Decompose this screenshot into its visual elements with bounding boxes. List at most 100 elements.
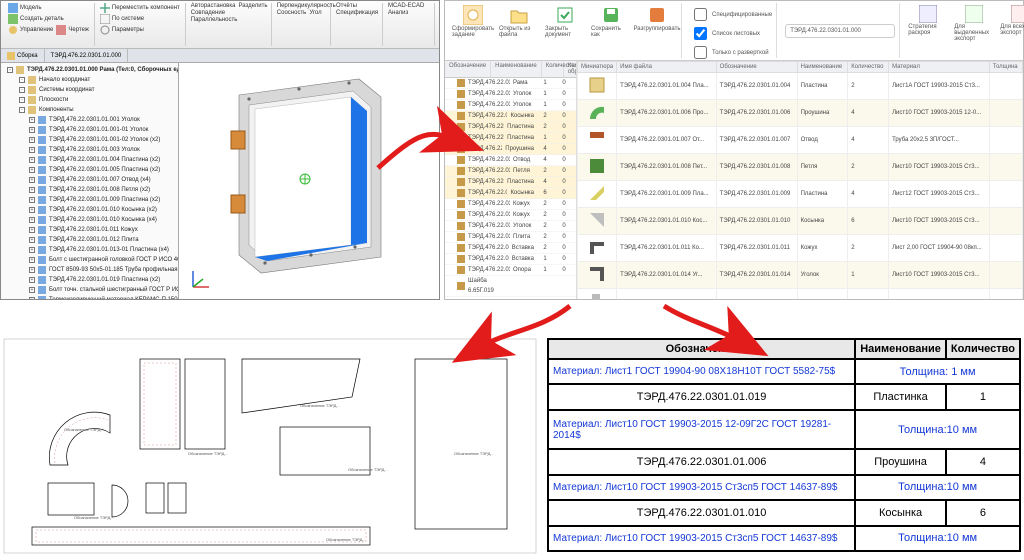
ribbon-drawing[interactable]: Чертеж	[56, 25, 89, 35]
opt-spec[interactable]: Специфицированные	[690, 5, 772, 24]
ribbon-perp[interactable]: Перпендикулярность	[277, 3, 336, 9]
opt-unfold[interactable]: Только с разверткой	[690, 43, 769, 62]
tree-toggle-icon[interactable]: +	[29, 257, 35, 263]
bom-tree-row[interactable]: ТЭРД.476.22.0301.01... Плита 2 0	[445, 232, 576, 243]
bom-tree-row[interactable]: ТЭРД.476.22.0301.01... Опора 1 0	[445, 265, 576, 276]
ribbon-coinc[interactable]: Совпадение	[191, 10, 225, 16]
ribbon-model[interactable]: Модель	[8, 3, 42, 13]
bom-tree-row[interactable]: ТЭРД.476.22.0301.01... Уголок 2 0	[445, 221, 576, 232]
bom-row[interactable]: ТЭРД.476.22.0301.01.014 Уг...ТЭРД.476.22…	[578, 262, 1023, 289]
tree-row[interactable]: - Компоненты	[1, 105, 178, 115]
tree-row[interactable]: + ТЭРД.476.22.0301.01.008 Петля (x2)	[1, 185, 178, 195]
tree-row[interactable]: + ТЭРД.476.22.0301.01.011 Кожух	[1, 225, 178, 235]
ribbon-manage[interactable]: Управление	[8, 25, 53, 35]
ribbon-angle[interactable]: Угол	[309, 10, 321, 16]
tree-toggle-icon[interactable]: +	[29, 297, 35, 299]
bom-tree-row[interactable]: ТЭРД.476.22.0301.01... Кожух 2 0	[445, 210, 576, 221]
tree-toggle-icon[interactable]: -	[19, 107, 25, 113]
bom-tree-row[interactable]: ТЭРД.476.22.0301.01... Пластина 1 0	[445, 133, 576, 144]
tree-toggle-icon[interactable]: +	[29, 147, 35, 153]
close-doc-button[interactable]: Закрыть документ	[545, 5, 585, 38]
tree-row[interactable]: - Системы координат	[1, 85, 178, 95]
bom-row[interactable]: ТЭРД.476.22.0301.01.007 От...ТЭРД.476.22…	[578, 127, 1023, 154]
tree-row[interactable]: + ТЭРД.476.22.0301.01.007 Отвод (x4)	[1, 175, 178, 185]
ribbon-params[interactable]: Параметры	[100, 25, 144, 35]
ribbon-create-part[interactable]: Создать деталь	[8, 14, 64, 24]
tree-row[interactable]: + ТЭРД.476.22.0301.01.004 Пластина (x2)	[1, 155, 178, 165]
tree-row[interactable]: + ТЭРД.476.22.0301.01.010 Косынка (x4)	[1, 215, 178, 225]
bom-tree-row[interactable]: Болт с шестигранной...	[445, 297, 576, 299]
bom-tree-row[interactable]: ТЭРД.476.22.0301.01... Проушина 4 0	[445, 144, 576, 155]
opt-sheet[interactable]: Список листовых	[690, 24, 760, 43]
ribbon-para[interactable]: Параллельность	[191, 17, 238, 23]
cad-3d-viewport[interactable]	[179, 63, 439, 299]
cad-tab-assembly[interactable]: Сборка	[1, 49, 45, 62]
tree-row[interactable]: + ТЭРД.476.22.0301.01.019 Пластина (x2)	[1, 275, 178, 285]
bom-tree-row[interactable]: ТЭРД.476.22.0301.01.000 Рама 1 0	[445, 78, 576, 89]
bom-tree-row[interactable]: ТЭРД.476.22.0301.01... Пластина 4 0	[445, 177, 576, 188]
tree-toggle-icon[interactable]: -	[7, 67, 13, 73]
tree-toggle-icon[interactable]: +	[29, 227, 35, 233]
search-designation-input[interactable]: ТЭРД.476.22.0301.01.000	[785, 24, 895, 38]
bom-tree-panel[interactable]: Обозначение Наименование Количество Коли…	[445, 61, 577, 299]
tree-row[interactable]: + Термоизолирующий материал КЕРАМС-П 150…	[1, 295, 178, 299]
bom-row[interactable]: ТЭРД.476.22.0301.01.010 Кос...ТЭРД.476.2…	[578, 208, 1023, 235]
tree-row[interactable]: + ТЭРД.476.22.0301.01.001-01 Уголок	[1, 125, 178, 135]
tree-row[interactable]: + ГОСТ 8509-93 50x5-01.185 Труба профиль…	[1, 265, 178, 275]
tree-row[interactable]: + ТЭРД.476.22.0301.01.013-01 Пластина (x…	[1, 245, 178, 255]
bom-tree-row[interactable]: ТЭРД.476.22.0301.01... Пластина 2 0	[445, 122, 576, 133]
tree-row[interactable]: + ТЭРД.476.22.0301.01.009 Пластина (x2)	[1, 195, 178, 205]
tree-row[interactable]: + ТЭРД.476.22.0301.01.005 Пластина (x2)	[1, 165, 178, 175]
bom-row[interactable]: ТЭРД.476.22.0301.01.006 Про...ТЭРД.476.2…	[578, 100, 1023, 127]
cad-tab-document[interactable]: ТЭРД.476.22.0301.01.000	[45, 49, 129, 62]
tree-toggle-icon[interactable]: +	[29, 217, 35, 223]
open-file-button[interactable]: Открыть из файла	[499, 5, 539, 38]
cad-model-tree[interactable]: - ТЭРД.476.22.0301.01.000 Рама (Тел:0, С…	[1, 63, 179, 299]
ribbon-analysis[interactable]: Анализ	[388, 10, 408, 16]
tree-toggle-icon[interactable]: +	[29, 177, 35, 183]
bom-row[interactable]: ТЭРД.476.22.0301.01.009 Пла...ТЭРД.476.2…	[578, 181, 1023, 208]
ribbon-reports[interactable]: Отчёты	[336, 3, 357, 9]
bom-tree-row[interactable]: ТЭРД.476.22.0301.01... Уголок 1 0	[445, 100, 576, 111]
tree-toggle-icon[interactable]: -	[19, 97, 25, 103]
tree-row[interactable]: + ТЭРД.476.22.0301.01.003 Уголок	[1, 145, 178, 155]
tree-toggle-icon[interactable]: +	[29, 237, 35, 243]
bom-tree-row[interactable]: ТЭРД.476.22.0301.01... Косынка 2 0	[445, 111, 576, 122]
tree-row[interactable]: + Болт точн. стальной шестигранный ГОСТ …	[1, 285, 178, 295]
tree-row[interactable]: + ТЭРД.476.22.0301.01.010 Косынка (x2)	[1, 205, 178, 215]
tree-toggle-icon[interactable]: -	[19, 87, 25, 93]
tree-toggle-icon[interactable]: +	[29, 267, 35, 273]
tree-row[interactable]: + ТЭРД.476.22.0301.01.001 Уголок	[1, 115, 178, 125]
bom-tree-row[interactable]: ТЭРД.476.22.0301.01... Кожух 2 0	[445, 199, 576, 210]
export-selected-button[interactable]: Для выделенных экспорт	[954, 5, 994, 42]
tree-row[interactable]: - Начало координат	[1, 75, 178, 85]
tree-row[interactable]: - Плоскости	[1, 95, 178, 105]
expand-button[interactable]: Разгруппировать	[637, 5, 677, 32]
bom-tree-row[interactable]: Шайба 6.65Г.019	[445, 276, 576, 297]
bom-tree-row[interactable]: ТЭРД.476.22.0301.01... Отвод 4 0	[445, 155, 576, 166]
tree-row[interactable]: + Болт с шестигранной головкой ГОСТ Р ИС…	[1, 255, 178, 265]
tree-toggle-icon[interactable]: +	[29, 127, 35, 133]
bom-row[interactable]: ТЭРД.476.22.0301.01.011 Ко...ТЭРД.476.22…	[578, 235, 1023, 262]
save-as-button[interactable]: Сохранить как	[591, 5, 631, 38]
tree-toggle-icon[interactable]: +	[29, 167, 35, 173]
tree-toggle-icon[interactable]: +	[29, 117, 35, 123]
bom-tree-row[interactable]: ТЭРД.476.22.0301.01... Косынка 6 0	[445, 188, 576, 199]
tree-toggle-icon[interactable]: +	[29, 287, 35, 293]
ribbon-move[interactable]: Переместить компонент	[100, 3, 180, 13]
ribbon-spec[interactable]: Спецификация	[336, 10, 378, 16]
tree-toggle-icon[interactable]: +	[29, 277, 35, 283]
tree-toggle-icon[interactable]: +	[29, 247, 35, 253]
tree-toggle-icon[interactable]: +	[29, 207, 35, 213]
cut-strategy-button[interactable]: Стратегия раскроя	[908, 5, 948, 36]
export-all-button[interactable]: Для всех экспорт	[1000, 5, 1024, 36]
tree-row[interactable]: + ТЭРД.476.22.0301.01.001-02 Уголок (x2)	[1, 135, 178, 145]
tree-toggle-icon[interactable]: +	[29, 137, 35, 143]
ribbon-split[interactable]: Разделить	[238, 3, 267, 9]
ribbon-coord[interactable]: По системе	[100, 14, 144, 24]
tree-toggle-icon[interactable]: -	[19, 77, 25, 83]
bom-tree-row[interactable]: ТЭРД.476.22.0301.01... Уголок 1 0	[445, 89, 576, 100]
bom-tree-row[interactable]: ТЭРД.476.22.0301.01... Вставка 1 0	[445, 254, 576, 265]
ribbon-auto[interactable]: Авторастановка	[191, 3, 236, 9]
tree-toggle-icon[interactable]: +	[29, 157, 35, 163]
